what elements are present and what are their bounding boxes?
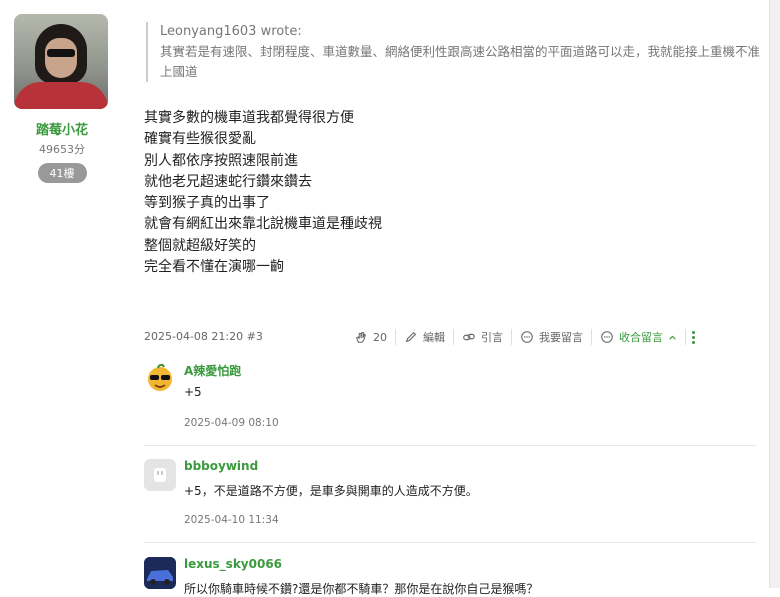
quote-button[interactable]: 引言 — [454, 329, 512, 345]
quote-block: Leonyang1603 wrote: 其實若是有速限、封閉程度、車道數量、網絡… — [146, 22, 770, 82]
comment-label: 我要留言 — [539, 331, 583, 344]
comment-text: +5 — [184, 385, 202, 399]
more-options-icon[interactable] — [692, 330, 696, 344]
edit-button[interactable]: 編輯 — [396, 329, 454, 345]
quote-text: 其實若是有速限、封閉程度、車道數量、網絡便利性跟高速公路相當的平面道路可以走，我… — [160, 44, 761, 79]
commenter-name[interactable]: lexus_sky0066 — [184, 557, 282, 571]
commenter-name[interactable]: A辣愛怕跑 — [184, 362, 241, 379]
comment-item: bbboywind +5，不是道路不方便，是車多與開車的人造成不方便。 2025… — [144, 459, 756, 535]
author-name[interactable]: 踏莓小花 — [14, 119, 110, 138]
comment-button[interactable]: 我要留言 — [512, 329, 592, 345]
post-line: 就他老兄超速蛇行鑽來鑽去 — [144, 173, 312, 190]
pencil-icon — [405, 331, 417, 343]
orange-sunglasses-avatar-icon — [148, 363, 172, 391]
collapse-label: 收合留言 — [619, 331, 663, 344]
car-avatar-icon — [144, 557, 176, 589]
like-button[interactable]: 20 — [346, 329, 396, 345]
comment-item: A辣愛怕跑 +5 2025-04-09 08:10 — [144, 362, 756, 438]
chevron-up-icon — [669, 335, 676, 340]
comment-item: lexus_sky0066 所以你騎車時候不鑽?還是你都不騎車？那你是在說你自己… — [144, 557, 756, 597]
avatar-shirt-shape — [14, 82, 108, 109]
commenter-name[interactable]: bbboywind — [184, 459, 258, 473]
speech-bubble-icon — [601, 331, 613, 343]
post-line: 完全看不懂在演哪一齣 — [144, 259, 284, 276]
comment-divider — [144, 445, 756, 446]
collapse-comments-button[interactable]: 收合留言 — [592, 329, 686, 345]
post-line: 等到猴子真的出事了 — [144, 195, 270, 212]
comment-timestamp: 2025-04-09 08:10 — [184, 417, 279, 429]
clap-icon — [355, 332, 366, 343]
edit-label: 編輯 — [423, 331, 445, 344]
post-action-bar: 20 編輯 引言 我要留言 收合留言 — [346, 329, 696, 345]
author-avatar[interactable] — [14, 14, 108, 109]
post-timestamp: 2025-04-08 21:20 #3 — [144, 330, 263, 343]
avatar-sunglasses-shape — [47, 49, 75, 57]
like-count: 20 — [373, 330, 387, 344]
comment-text: +5，不是道路不方便，是車多與開車的人造成不方便。 — [184, 484, 478, 498]
commenter-avatar[interactable] — [144, 362, 176, 394]
post-line: 就會有網紅出來靠北說機車道是種歧視 — [144, 216, 382, 233]
author-score: 49653分 — [39, 143, 85, 156]
quote-label: 引言 — [481, 331, 503, 344]
avatar-face-shape — [45, 38, 77, 78]
commenter-avatar[interactable] — [144, 459, 176, 491]
post-line: 別人都依序按照速限前進 — [144, 152, 298, 169]
floor-badge: 41樓 — [37, 163, 87, 183]
link-icon — [463, 333, 475, 341]
speech-bubble-icon — [521, 331, 533, 343]
quote-author: Leonyang1603 wrote: — [160, 24, 302, 39]
post-line: 確實有些猴很愛亂 — [144, 131, 256, 148]
comment-text: 所以你騎車時候不鑽?還是你都不騎車？那你是在說你自己是猴嗎？ — [184, 582, 539, 596]
page-scrollbar[interactable] — [769, 0, 780, 588]
post-body: 其實多數的機車道我都覺得很方便 確實有些猴很愛亂 別人都依序按照速限前進 就他老… — [144, 108, 382, 278]
comment-divider — [144, 542, 756, 543]
comment-timestamp: 2025-04-10 11:34 — [184, 514, 279, 526]
commenter-avatar[interactable] — [144, 557, 176, 589]
post-line: 整個就超級好笑的 — [144, 237, 256, 254]
post-line: 其實多數的機車道我都覺得很方便 — [144, 110, 354, 126]
default-avatar-icon — [154, 468, 166, 482]
author-panel: 踏莓小花 49653分 41樓 — [14, 14, 110, 183]
